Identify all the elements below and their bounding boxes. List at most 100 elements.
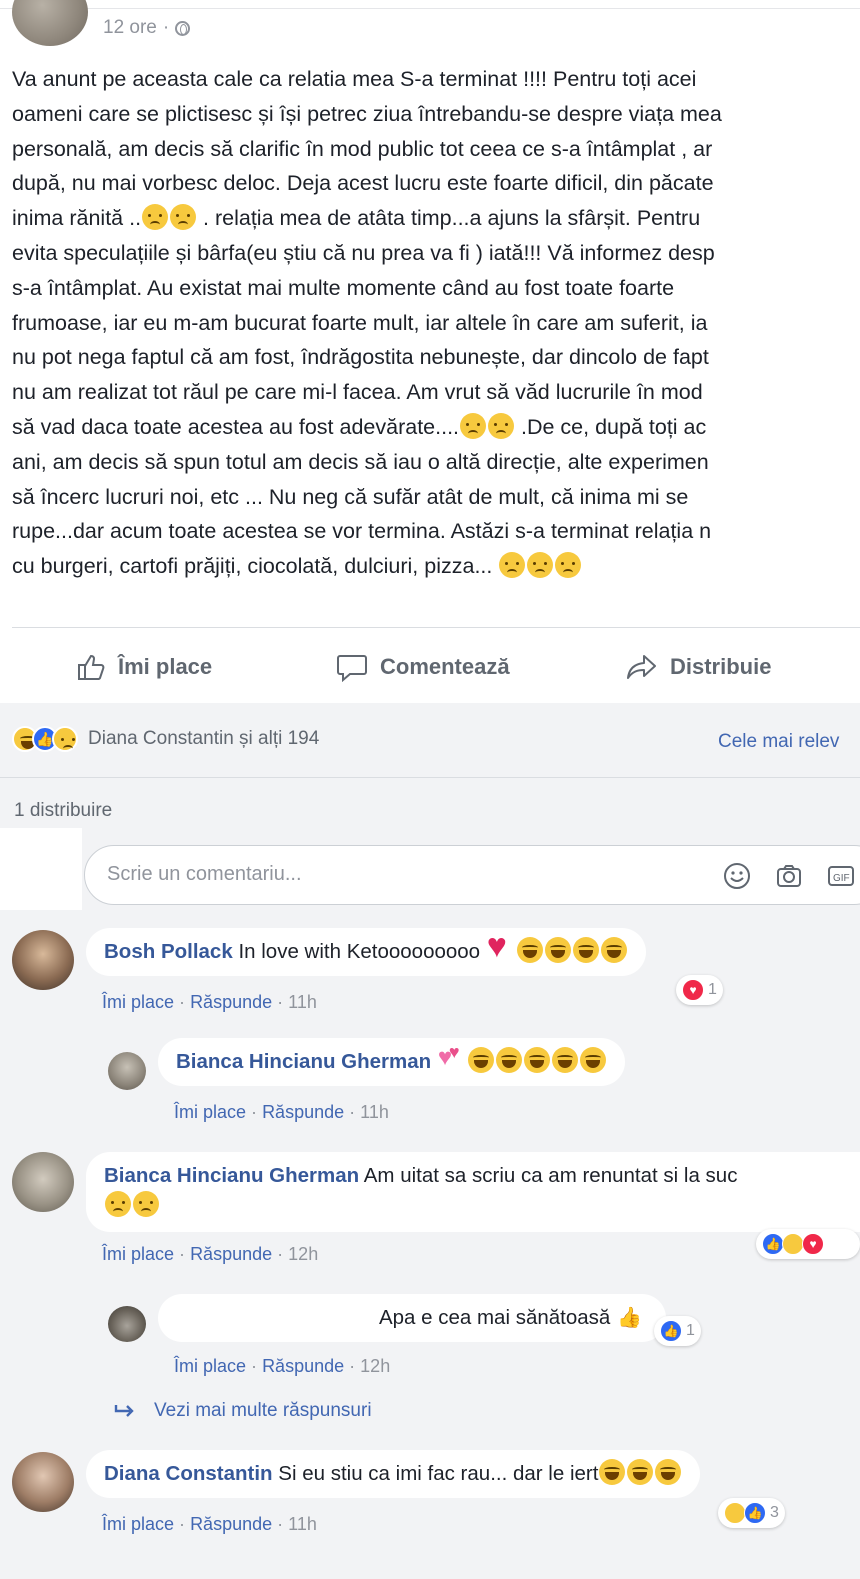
laugh-emoji-icon [579, 1047, 606, 1073]
laugh-emoji-icon [600, 937, 627, 963]
comments-section [0, 703, 860, 1579]
share-icon [627, 655, 656, 679]
top-divider [0, 8, 860, 9]
comment-placeholder: Scrie un comentariu... [107, 863, 302, 885]
divider [0, 777, 860, 778]
emoji-picker-icon[interactable] [723, 862, 751, 890]
comment-author[interactable]: Bianca Hincianu Gherman [176, 1050, 431, 1073]
comment-input[interactable]: Scrie un comentariu... GIF [84, 845, 860, 905]
comment-reactions[interactable]: ♥ 1 [676, 975, 723, 1005]
comment-button[interactable]: Comentează [336, 640, 510, 694]
reaction-summary[interactable]: 👍 Diana Constantin și alți 194 [12, 726, 319, 752]
comment-bubble: Bianca Hincianu Gherman Am uitat sa scri… [86, 1152, 860, 1232]
comment-text: Si eu stiu ca imi fac rau... dar le iert [272, 1462, 599, 1485]
post-meta: 12 ore · [103, 17, 191, 39]
share-count[interactable]: 1 distribuire [14, 800, 112, 822]
comment-bubble: Bosh Pollack In love with Ketooooooooo [86, 928, 646, 976]
post-text: Va anunt pe aceasta cale ca relatia mea … [12, 67, 722, 579]
laugh-emoji-icon [655, 1459, 682, 1485]
commenter-avatar[interactable] [12, 1452, 74, 1512]
comment-like-link[interactable]: Îmi place [102, 1244, 174, 1264]
laugh-emoji-icon [627, 1459, 654, 1485]
laugh-emoji-icon [516, 937, 543, 963]
disappointed-emoji-icon [527, 552, 554, 579]
commenter-avatar[interactable] [12, 930, 74, 990]
comment-time[interactable]: 11h [288, 992, 317, 1012]
laugh-emoji-icon [572, 937, 599, 963]
laugh-emoji-icon [495, 1047, 522, 1073]
laugh-emoji-icon [467, 1047, 494, 1073]
comment-reactions[interactable]: 👍 3 [718, 1498, 785, 1528]
unamused-emoji-icon [105, 1191, 131, 1217]
laugh-emoji-icon [523, 1047, 550, 1073]
laugh-emoji-icon [544, 937, 571, 963]
commenter-avatar[interactable] [12, 1152, 74, 1212]
haha-reaction-icon [724, 1502, 746, 1524]
comment-reply-link[interactable]: Răspunde [190, 1514, 272, 1534]
comment-time[interactable]: 12h [288, 1244, 318, 1264]
heart-emoji-icon [487, 931, 515, 963]
more-replies-link[interactable]: Vezi mai multe răspunsuri [114, 1400, 372, 1422]
laugh-emoji-icon [599, 1459, 626, 1485]
comment-time[interactable]: 11h [288, 1514, 317, 1534]
comment-time[interactable]: 12h [360, 1356, 390, 1376]
comment-bubble: Diana Constantin Si eu stiu ca imi fac r… [86, 1450, 701, 1498]
comment-like-link[interactable]: Îmi place [174, 1356, 246, 1376]
comment-text: In love with Ketooooooooo [232, 940, 486, 963]
post-time[interactable]: 12 ore [103, 17, 157, 39]
commenter-avatar[interactable] [108, 1052, 146, 1090]
like-reaction-icon: 👍 [762, 1233, 784, 1255]
divider [12, 627, 860, 628]
comment-meta: Îmi place · Răspunde · 11h [174, 1102, 389, 1122]
comment-reply-link[interactable]: Răspunde [190, 992, 272, 1012]
thumbs-up-emoji-icon [617, 1303, 643, 1333]
share-button[interactable]: Distribuie [626, 640, 771, 694]
comment-author[interactable]: Bianca Hincianu Gherman [104, 1164, 359, 1187]
like-button[interactable]: Îmi place [76, 640, 212, 694]
camera-icon[interactable] [775, 862, 803, 890]
comment-reactions[interactable]: 👍 ♥ [756, 1229, 860, 1259]
reaction-names[interactable]: Diana Constantin și alți 194 [88, 728, 319, 750]
comment-reply-link[interactable]: Răspunde [190, 1244, 272, 1264]
sort-dropdown[interactable]: Cele mai relev [718, 731, 839, 753]
laugh-emoji-icon [551, 1047, 578, 1073]
comment-like-link[interactable]: Îmi place [102, 992, 174, 1012]
like-reaction-icon: 👍 [660, 1320, 682, 1342]
post-actions: Îmi place Comentează Distribuie [0, 640, 860, 694]
post-author-avatar[interactable] [12, 0, 88, 46]
sad-reaction-icon [52, 726, 78, 752]
confused-emoji-icon [460, 412, 487, 439]
disappointed-emoji-icon [555, 552, 582, 579]
thumbs-up-icon [78, 654, 105, 680]
love-reaction-icon: ♥ [802, 1233, 824, 1255]
two-hearts-emoji-icon [438, 1037, 466, 1073]
sad-emoji-icon [170, 204, 197, 231]
comment-text: Apa e cea mai sănătoasă [378, 1306, 616, 1329]
comment-author[interactable]: Diana Constantin [104, 1462, 273, 1485]
gif-icon[interactable]: GIF [827, 862, 855, 890]
globe-icon [175, 20, 191, 36]
disappointed-emoji-icon [499, 552, 526, 579]
comment-reply-link[interactable]: Răspunde [262, 1356, 344, 1376]
comment-like-link[interactable]: Îmi place [102, 1514, 174, 1534]
comment-icon [337, 655, 367, 682]
commenter-avatar[interactable] [108, 1306, 146, 1342]
crying-emoji-icon [142, 204, 169, 231]
disappointed-emoji-icon [133, 1191, 159, 1217]
comment-reply-link[interactable]: Răspunde [262, 1102, 344, 1122]
haha-reaction-icon [782, 1233, 804, 1255]
comment-meta: Îmi place · Răspunde · 12h [102, 1244, 319, 1264]
composer-avatar-area [0, 828, 82, 910]
comment-author[interactable]: Bosh Pollack [104, 940, 233, 963]
comment-reactions[interactable]: 👍 1 [654, 1316, 701, 1346]
comment-text [431, 1050, 437, 1073]
comment-time[interactable]: 11h [360, 1102, 389, 1122]
comment-bubble: Bianca Hincianu Gherman [158, 1037, 625, 1086]
confused-emoji-icon [488, 412, 515, 439]
love-reaction-icon: ♥ [682, 979, 704, 1001]
comment-like-link[interactable]: Îmi place [174, 1102, 246, 1122]
comment-meta: Îmi place · Răspunde · 12h [174, 1356, 391, 1376]
comment-meta: Îmi place · Răspunde · 11h [102, 992, 317, 1012]
comment-text: Am uitat sa scriu ca am renuntat si la s… [359, 1164, 738, 1187]
comment-meta: Îmi place · Răspunde · 11h [102, 1514, 317, 1534]
